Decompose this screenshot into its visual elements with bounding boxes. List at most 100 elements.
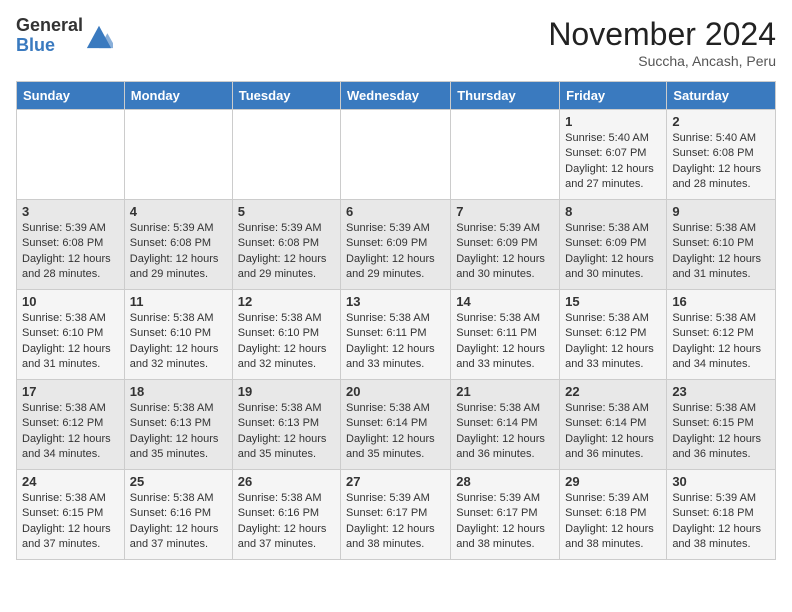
day-number: 2 [672, 114, 770, 129]
day-number: 8 [565, 204, 661, 219]
day-number: 29 [565, 474, 661, 489]
calendar-week-row: 17 Sunrise: 5:38 AM Sunset: 6:12 PM Dayli… [17, 380, 776, 470]
day-number: 30 [672, 474, 770, 489]
calendar-cell: 4Sunrise: 5:39 AM Sunset: 6:08 PM Daylig… [124, 200, 232, 290]
day-info: Sunrise: 5:38 AM Sunset: 6:14 PM Dayligh… [565, 401, 661, 463]
logo-general: General [16, 16, 83, 36]
day-number: 28 [456, 474, 554, 489]
calendar-cell: 19Sunrise: 5:38 AM Sunset: 6:13 PM Dayli… [232, 380, 340, 470]
day-info: Sunrise: 5:38 AM Sunset: 6:16 PM Dayligh… [238, 491, 335, 553]
calendar-cell: 1 Sunrise: 5:40 AM Sunset: 6:07 PM Daylig… [560, 110, 667, 200]
calendar-cell [17, 110, 125, 200]
day-info: Sunrise: 5:38 AM Sunset: 6:12 PM Dayligh… [565, 311, 661, 373]
day-info: Sunrise: 5:38 AM Sunset: 6:12 PM Dayligh… [672, 311, 770, 373]
day-number: 23 [672, 384, 770, 399]
logo: General Blue [16, 16, 113, 56]
day-info: Sunrise: 5:38 AM Sunset: 6:10 PM Dayligh… [130, 311, 227, 373]
calendar-cell: 10 Sunrise: 5:38 AM Sunset: 6:10 PM Dayli… [17, 290, 125, 380]
day-info: Sunrise: 5:38 AM Sunset: 6:16 PM Dayligh… [130, 491, 227, 553]
calendar-cell: 7Sunrise: 5:39 AM Sunset: 6:09 PM Daylig… [451, 200, 560, 290]
day-number: 3 [22, 204, 119, 219]
day-info: Sunrise: 5:38 AM Sunset: 6:14 PM Dayligh… [456, 401, 554, 463]
day-of-week-header: Saturday [667, 82, 776, 110]
day-info: Sunrise: 5:38 AM Sunset: 6:15 PM Dayligh… [22, 491, 119, 553]
day-number: 15 [565, 294, 661, 309]
calendar-cell [451, 110, 560, 200]
day-number: 12 [238, 294, 335, 309]
day-number: 17 [22, 384, 119, 399]
day-of-week-header: Monday [124, 82, 232, 110]
day-info: Sunrise: 5:39 AM Sunset: 6:18 PM Dayligh… [565, 491, 661, 553]
calendar-cell: 12Sunrise: 5:38 AM Sunset: 6:10 PM Dayli… [232, 290, 340, 380]
day-info: Sunrise: 5:38 AM Sunset: 6:10 PM Dayligh… [22, 311, 119, 373]
day-info: Sunrise: 5:38 AM Sunset: 6:13 PM Dayligh… [130, 401, 227, 463]
day-number: 9 [672, 204, 770, 219]
calendar-cell: 23 Sunrise: 5:38 AM Sunset: 6:15 PM Dayli… [667, 380, 776, 470]
day-number: 14 [456, 294, 554, 309]
day-of-week-header: Thursday [451, 82, 560, 110]
day-info: Sunrise: 5:39 AM Sunset: 6:08 PM Dayligh… [22, 221, 119, 283]
calendar-week-row: 3 Sunrise: 5:39 AM Sunset: 6:08 PM Daylig… [17, 200, 776, 290]
day-info: Sunrise: 5:38 AM Sunset: 6:09 PM Dayligh… [565, 221, 661, 283]
calendar-cell: 17 Sunrise: 5:38 AM Sunset: 6:12 PM Dayli… [17, 380, 125, 470]
day-number: 21 [456, 384, 554, 399]
day-of-week-header: Sunday [17, 82, 125, 110]
calendar-cell: 15 Sunrise: 5:38 AM Sunset: 6:12 PM Dayli… [560, 290, 667, 380]
calendar-cell: 24 Sunrise: 5:38 AM Sunset: 6:15 PM Dayli… [17, 470, 125, 560]
calendar-cell: 28 Sunrise: 5:39 AM Sunset: 6:17 PM Dayli… [451, 470, 560, 560]
day-info: Sunrise: 5:38 AM Sunset: 6:12 PM Dayligh… [22, 401, 119, 463]
calendar-cell [232, 110, 340, 200]
day-number: 24 [22, 474, 119, 489]
day-info: Sunrise: 5:38 AM Sunset: 6:10 PM Dayligh… [672, 221, 770, 283]
calendar-cell: 26 Sunrise: 5:38 AM Sunset: 6:16 PM Dayli… [232, 470, 340, 560]
calendar-cell [124, 110, 232, 200]
calendar-week-row: 1 Sunrise: 5:40 AM Sunset: 6:07 PM Daylig… [17, 110, 776, 200]
calendar-cell: 11Sunrise: 5:38 AM Sunset: 6:10 PM Dayli… [124, 290, 232, 380]
day-info: Sunrise: 5:39 AM Sunset: 6:18 PM Dayligh… [672, 491, 770, 553]
day-info: Sunrise: 5:38 AM Sunset: 6:15 PM Dayligh… [672, 401, 770, 463]
calendar-cell: 29 Sunrise: 5:39 AM Sunset: 6:18 PM Dayli… [560, 470, 667, 560]
day-info: Sunrise: 5:39 AM Sunset: 6:17 PM Dayligh… [346, 491, 445, 553]
day-of-week-header: Tuesday [232, 82, 340, 110]
day-number: 22 [565, 384, 661, 399]
calendar-cell: 21 Sunrise: 5:38 AM Sunset: 6:14 PM Dayli… [451, 380, 560, 470]
month-title: November 2024 [548, 16, 776, 53]
logo-blue: Blue [16, 36, 83, 56]
calendar-cell [341, 110, 451, 200]
calendar-cell: 30 Sunrise: 5:39 AM Sunset: 6:18 PM Dayli… [667, 470, 776, 560]
day-number: 1 [565, 114, 661, 129]
day-number: 7 [456, 204, 554, 219]
day-info: Sunrise: 5:39 AM Sunset: 6:08 PM Dayligh… [238, 221, 335, 283]
day-info: Sunrise: 5:39 AM Sunset: 6:17 PM Dayligh… [456, 491, 554, 553]
calendar-cell: 5Sunrise: 5:39 AM Sunset: 6:08 PM Daylig… [232, 200, 340, 290]
day-number: 26 [238, 474, 335, 489]
calendar-cell: 2Sunrise: 5:40 AM Sunset: 6:08 PM Daylig… [667, 110, 776, 200]
day-number: 4 [130, 204, 227, 219]
day-info: Sunrise: 5:38 AM Sunset: 6:11 PM Dayligh… [346, 311, 445, 373]
day-of-week-header: Wednesday [341, 82, 451, 110]
calendar-cell: 16 Sunrise: 5:38 AM Sunset: 6:12 PM Dayli… [667, 290, 776, 380]
day-number: 13 [346, 294, 445, 309]
calendar-table: SundayMondayTuesdayWednesdayThursdayFrid… [16, 81, 776, 560]
calendar-cell: 14 Sunrise: 5:38 AM Sunset: 6:11 PM Dayli… [451, 290, 560, 380]
day-number: 27 [346, 474, 445, 489]
page-header: General Blue November 2024 Succha, Ancas… [16, 16, 776, 69]
title-block: November 2024 Succha, Ancash, Peru [548, 16, 776, 69]
day-info: Sunrise: 5:38 AM Sunset: 6:14 PM Dayligh… [346, 401, 445, 463]
day-info: Sunrise: 5:38 AM Sunset: 6:11 PM Dayligh… [456, 311, 554, 373]
calendar-cell: 25Sunrise: 5:38 AM Sunset: 6:16 PM Dayli… [124, 470, 232, 560]
day-number: 16 [672, 294, 770, 309]
calendar-cell: 20 Sunrise: 5:38 AM Sunset: 6:14 PM Dayli… [341, 380, 451, 470]
day-info: Sunrise: 5:40 AM Sunset: 6:07 PM Dayligh… [565, 131, 661, 193]
day-number: 10 [22, 294, 119, 309]
day-number: 20 [346, 384, 445, 399]
calendar-header-row: SundayMondayTuesdayWednesdayThursdayFrid… [17, 82, 776, 110]
calendar-cell: 18Sunrise: 5:38 AM Sunset: 6:13 PM Dayli… [124, 380, 232, 470]
location: Succha, Ancash, Peru [548, 53, 776, 69]
calendar-week-row: 24 Sunrise: 5:38 AM Sunset: 6:15 PM Dayli… [17, 470, 776, 560]
calendar-cell: 3 Sunrise: 5:39 AM Sunset: 6:08 PM Daylig… [17, 200, 125, 290]
day-of-week-header: Friday [560, 82, 667, 110]
calendar-cell: 8 Sunrise: 5:38 AM Sunset: 6:09 PM Daylig… [560, 200, 667, 290]
day-info: Sunrise: 5:39 AM Sunset: 6:09 PM Dayligh… [346, 221, 445, 283]
logo-icon [85, 22, 113, 50]
